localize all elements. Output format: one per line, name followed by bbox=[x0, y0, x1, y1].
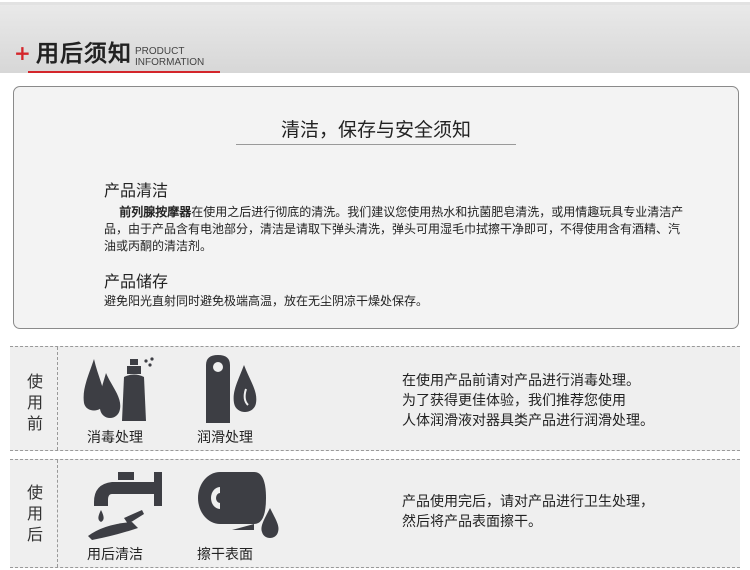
lubricant-icon bbox=[206, 355, 257, 423]
before-use-label: 使 用 前 bbox=[25, 371, 45, 434]
header-underline bbox=[28, 71, 220, 73]
dry-label: 擦干表面 bbox=[197, 547, 253, 563]
after-use-label-char: 后 bbox=[26, 525, 43, 544]
after-use-instructions: 产品使用完后，请对产品进行卫生处理， 然后将产品表面擦干。 bbox=[402, 492, 654, 532]
before-use-instructions: 在使用产品前请对产品进行消毒处理。 为了获得更佳体验，我们推荐您使用 人体润滑液… bbox=[402, 371, 654, 431]
before-use-label-char: 用 bbox=[26, 393, 43, 412]
product-name: 前列腺按摩器 bbox=[119, 205, 192, 219]
faucet-wash-icon bbox=[88, 472, 162, 540]
lubricate-label: 润滑处理 bbox=[197, 430, 253, 446]
before-use-panel: 使 用 前 消毒处理 润滑处理 在使用产品前请对产品进行消毒处理。 为了获得更佳… bbox=[10, 346, 740, 451]
after-use-line: 产品使用完后，请对产品进行卫生处理， bbox=[402, 494, 654, 510]
storage-heading: 产品储存 bbox=[104, 272, 169, 291]
disinfect-label: 消毒处理 bbox=[87, 430, 143, 446]
panel-divider bbox=[57, 460, 58, 567]
plus-icon: + bbox=[14, 41, 31, 65]
header-english-line1: PRODUCT bbox=[135, 46, 185, 57]
after-use-panel: 使 用 后 用后清洁 擦干表面 产品使用完后，请对产品进行卫生处理， 然后将产品… bbox=[10, 459, 740, 568]
wash-label: 用后清洁 bbox=[87, 547, 143, 563]
cleaning-heading: 产品清洁 bbox=[104, 181, 169, 200]
before-use-line: 在使用产品前请对产品进行消毒处理。 bbox=[402, 373, 640, 389]
before-use-label-char: 使 bbox=[26, 372, 43, 391]
before-use-label-char: 前 bbox=[26, 414, 43, 433]
header-english-subtitle: PRODUCT INFORMATION bbox=[135, 46, 204, 68]
title-underline bbox=[236, 144, 516, 145]
page-title: 用后须知 bbox=[36, 41, 132, 67]
care-info-box: 清洁，保存与安全须知 产品清洁 前列腺按摩器在使用之后进行彻底的清洗。我们建议您… bbox=[13, 86, 739, 329]
section-header: + 用后须知 PRODUCT INFORMATION bbox=[0, 5, 750, 73]
cleaning-text: 前列腺按摩器在使用之后进行彻底的清洗。我们建议您使用热水和抗菌肥皂清洗，或用情趣… bbox=[104, 204, 684, 255]
after-use-line: 然后将产品表面擦干。 bbox=[402, 514, 542, 530]
disinfect-spray-icon bbox=[83, 357, 154, 421]
before-use-line: 人体润滑液对器具类产品进行润滑处理。 bbox=[402, 413, 654, 429]
after-use-label-char: 使 bbox=[26, 483, 43, 502]
storage-text: 避免阳光直射同时避免极端高温，放在无尘阴凉干燥处保存。 bbox=[104, 294, 429, 308]
after-use-label-char: 用 bbox=[26, 504, 43, 523]
paper-roll-icon bbox=[198, 472, 279, 538]
after-use-label: 使 用 后 bbox=[25, 482, 45, 545]
panel-divider bbox=[57, 347, 58, 450]
cleaning-body: 在使用之后进行彻底的清洗。我们建议您使用热水和抗菌肥皂清洗，或用情趣玩具专业清洁… bbox=[104, 205, 684, 253]
care-info-title: 清洁，保存与安全须知 bbox=[280, 119, 471, 141]
header-english-line2: INFORMATION bbox=[135, 57, 205, 68]
before-use-line: 为了获得更佳体验，我们推荐您使用 bbox=[402, 393, 626, 409]
